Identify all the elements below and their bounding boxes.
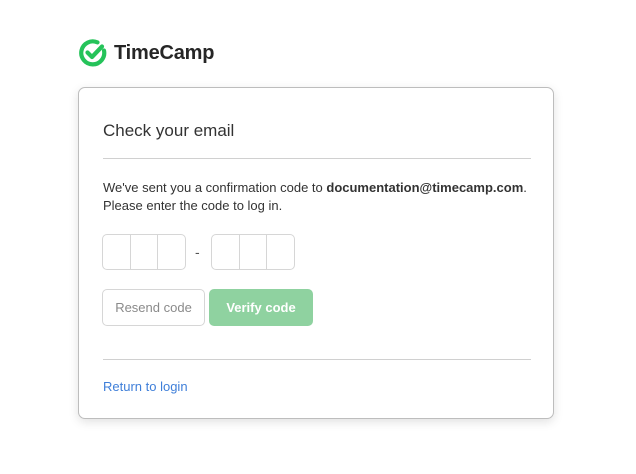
code-digit-1[interactable] xyxy=(103,235,131,269)
code-digit-3[interactable] xyxy=(158,235,185,269)
message-suffix: . xyxy=(523,180,527,195)
footer-divider xyxy=(103,359,531,360)
code-digit-5[interactable] xyxy=(239,235,268,269)
card-title: Check your email xyxy=(103,121,235,140)
code-digit-2[interactable] xyxy=(130,235,159,269)
code-separator: - xyxy=(195,244,200,260)
message-instruction: Please enter the code to log in. xyxy=(103,198,283,213)
code-input-group-first xyxy=(102,234,186,270)
code-input-group-second xyxy=(211,234,295,270)
brand-name: TimeCamp xyxy=(114,41,215,64)
resend-code-button[interactable]: Resend code xyxy=(102,289,205,326)
recipient-email: documentation@timecamp.com xyxy=(326,180,524,195)
brand-logo: TimeCamp xyxy=(78,37,214,69)
code-digit-4[interactable] xyxy=(212,235,240,269)
code-digit-6[interactable] xyxy=(267,235,294,269)
title-divider xyxy=(103,158,531,159)
verification-card: Check your email We've sent you a confir… xyxy=(78,87,554,419)
confirmation-message: We've sent you a confirmation code to do… xyxy=(103,179,543,215)
verify-code-button[interactable]: Verify code xyxy=(209,289,313,326)
timecamp-check-logo-icon xyxy=(79,39,107,67)
message-prefix: We've sent you a confirmation code to xyxy=(103,180,327,195)
return-to-login-link[interactable]: Return to login xyxy=(103,379,188,394)
